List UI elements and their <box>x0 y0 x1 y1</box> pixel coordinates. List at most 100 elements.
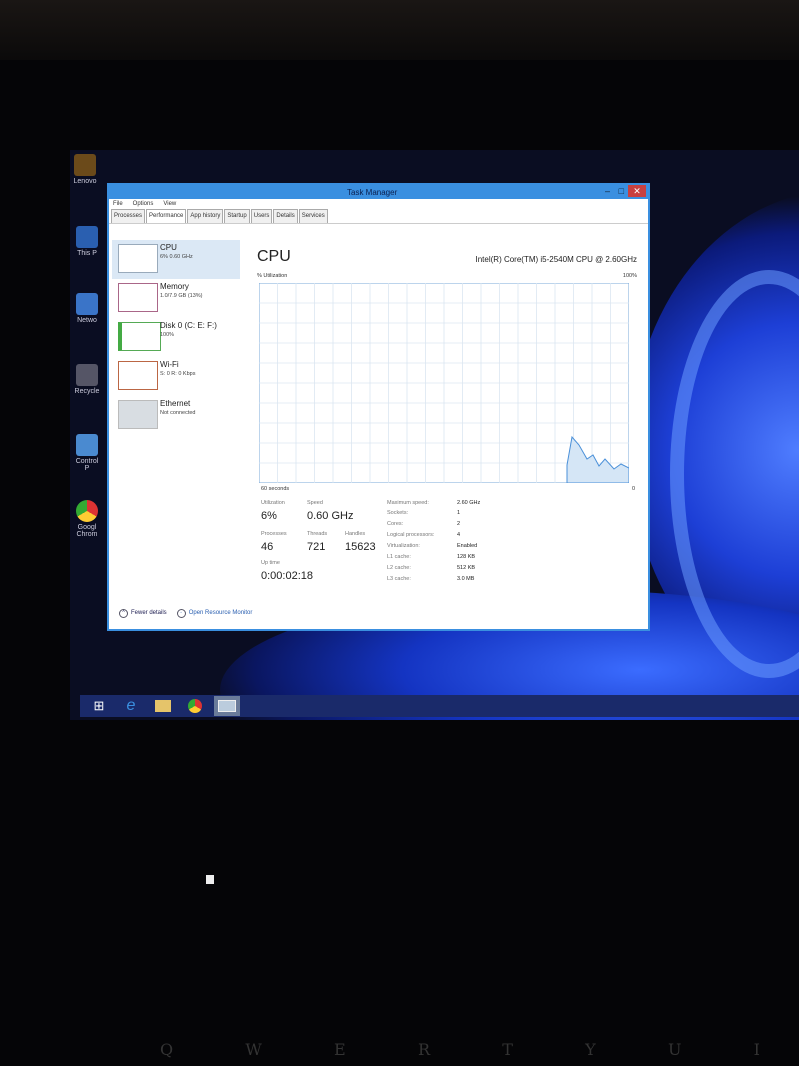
handles-value: 15623 <box>345 541 376 553</box>
key-q: Q <box>160 1040 174 1059</box>
key-w: W <box>245 1040 262 1059</box>
minimize-icon[interactable]: – <box>605 186 610 196</box>
detail-value: 2 <box>457 521 461 527</box>
detail-label: L2 cache: <box>387 565 411 571</box>
processes-label: Processes <box>261 531 287 537</box>
sidebar-item-value: S: 0 R: 0 Kbps <box>160 371 196 377</box>
close-icon[interactable]: ✕ <box>628 185 646 197</box>
resource-monitor-icon: ◦ <box>176 609 186 618</box>
desktop-icon-network[interactable]: Netwo <box>74 293 100 324</box>
tab-bar: Processes Performance App history Startu… <box>109 209 648 224</box>
menu-view[interactable]: View <box>163 201 176 207</box>
desktop-icon-recycle[interactable]: Recycle <box>74 364 100 395</box>
utilization-max-label: 100% <box>622 273 637 279</box>
desktop-icon-this-pc[interactable]: This P <box>74 226 100 257</box>
memory-thumbnail <box>118 283 158 312</box>
sidebar-item-disk[interactable]: Disk 0 (C: E: F:) 100% <box>112 318 240 357</box>
detail-value: 4 <box>457 532 461 538</box>
open-resource-monitor-label: Open Resource Monitor <box>188 610 253 616</box>
detail-value: 2.60 GHz <box>457 500 481 506</box>
title-bar: Task Manager – □ ✕ <box>109 185 648 199</box>
sidebar-item-ethernet[interactable]: Ethernet Not connected <box>112 396 240 435</box>
tab-performance[interactable]: Performance <box>146 209 187 223</box>
handles-label: Handles <box>345 531 366 537</box>
detail-value: 512 KB <box>457 565 476 571</box>
performance-sidebar: CPU 6% 0.60 GHz Memory 1.0/7.9 GB (13%) … <box>112 240 240 435</box>
sidebar-item-value: 6% 0.60 GHz <box>160 254 193 260</box>
desktop-icon-label: Lenovo <box>73 178 97 185</box>
sidebar-item-label: Ethernet <box>160 399 191 408</box>
task-manager-icon[interactable] <box>214 696 240 716</box>
detail-value: 128 KB <box>457 554 476 560</box>
desktop-icon-label: Netwo <box>77 317 97 324</box>
desktop-icon-lenovo[interactable]: Lenovo <box>72 154 98 185</box>
detail-value: Enabled <box>457 543 478 549</box>
threads-label: Threads <box>307 531 328 537</box>
tab-details[interactable]: Details <box>273 209 298 223</box>
processes-value: 46 <box>261 541 274 553</box>
tab-app-history[interactable]: App history <box>187 209 224 223</box>
wifi-thumbnail <box>118 361 158 390</box>
desktop-icon-label: Recycle <box>74 388 100 395</box>
tab-processes[interactable]: Processes <box>111 209 146 223</box>
this-pc-icon <box>76 226 98 248</box>
sidebar-item-cpu[interactable]: CPU 6% 0.60 GHz <box>112 240 240 279</box>
taskbar: ⊞ e <box>80 695 799 717</box>
chrome-icon <box>76 500 98 522</box>
network-icon <box>76 293 98 315</box>
internet-explorer-icon[interactable]: e <box>118 696 144 716</box>
menu-file[interactable]: File <box>113 201 123 207</box>
detail-label: Cores: <box>387 521 404 527</box>
key-e: E <box>334 1040 346 1059</box>
utilization-axis-label: % Utilization <box>257 273 288 279</box>
key-i: I <box>753 1040 760 1059</box>
key-t: T <box>502 1040 513 1059</box>
tab-startup[interactable]: Startup <box>224 209 250 223</box>
sidebar-item-label: Disk 0 (C: E: F:) <box>160 321 217 330</box>
key-u: U <box>667 1040 682 1059</box>
time-span-label: 60 seconds <box>261 486 290 492</box>
open-resource-monitor-link[interactable]: ◦ Open Resource Monitor <box>176 609 253 618</box>
detail-label: L1 cache: <box>387 554 411 560</box>
window-footer: ^ Fewer details ◦ Open Resource Monitor <box>119 609 252 618</box>
detail-value: 1 <box>457 510 461 516</box>
sidebar-item-value: 100% <box>160 332 175 338</box>
mouse-cursor-glint <box>206 875 214 884</box>
desktop-icon-label: This P <box>77 250 97 257</box>
fewer-details-button[interactable]: ^ Fewer details <box>119 609 167 618</box>
detail-label: Sockets: <box>387 510 409 516</box>
utilization-value: 6% <box>261 510 277 522</box>
app-icon <box>74 154 96 176</box>
task-manager-window: Task Manager – □ ✕ File Options View Pro… <box>107 183 650 631</box>
file-explorer-icon[interactable] <box>150 696 176 716</box>
window-title: Task Manager <box>347 188 398 197</box>
recycle-bin-icon <box>76 364 98 386</box>
control-panel-icon <box>76 434 98 456</box>
utilization-label: Utilization <box>261 500 285 506</box>
sidebar-item-memory[interactable]: Memory 1.0/7.9 GB (13%) <box>112 279 240 318</box>
sidebar-item-label: Wi-Fi <box>160 360 179 369</box>
chevron-up-icon: ^ <box>119 609 128 618</box>
monitor-bezel <box>0 0 799 60</box>
desktop-icon-chrome[interactable]: Googl Chrom <box>74 500 100 538</box>
detail-label: Virtualization: <box>387 543 420 549</box>
graph-min-label: 0 <box>631 486 635 492</box>
disk-thumbnail <box>118 322 161 351</box>
windows-start-icon[interactable]: ⊞ <box>86 696 112 716</box>
desktop-icon-control-panel[interactable]: Control P <box>74 434 100 472</box>
tab-services[interactable]: Services <box>298 209 328 223</box>
chrome-taskbar-icon[interactable] <box>182 696 208 716</box>
ethernet-thumbnail <box>118 400 158 429</box>
speed-value: 0.60 GHz <box>307 510 354 522</box>
desktop-icon-label: Control P <box>75 458 99 472</box>
detail-label: Logical processors: <box>387 532 435 538</box>
cpu-thumbnail <box>118 244 158 273</box>
uptime-label: Up time <box>261 560 280 566</box>
uptime-value: 0:00:02:18 <box>261 570 313 582</box>
menu-options[interactable]: Options <box>133 201 154 207</box>
sidebar-item-wifi[interactable]: Wi-Fi S: 0 R: 0 Kbps <box>112 357 240 396</box>
maximize-icon[interactable]: □ <box>619 186 624 196</box>
fewer-details-label: Fewer details <box>131 610 167 616</box>
tab-users[interactable]: Users <box>250 209 273 223</box>
detail-value: 3.0 MB <box>457 576 475 582</box>
